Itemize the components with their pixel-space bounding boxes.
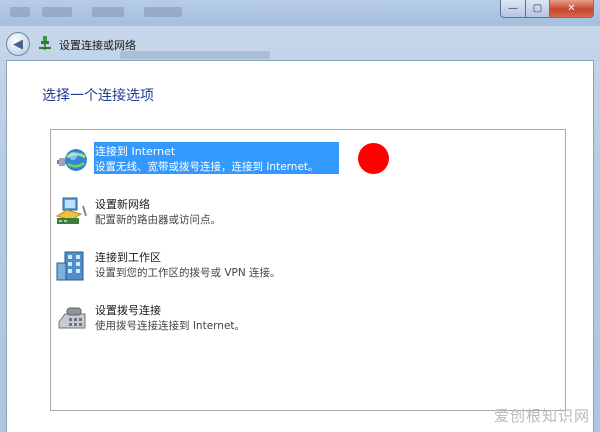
back-arrow-icon: ◀	[13, 36, 23, 52]
blurred-taskbar-text	[144, 7, 182, 17]
option-connect-internet[interactable]: 连接到 Internet 设置无线、宽带或拨号连接，连接到 Internet。	[55, 142, 345, 183]
close-icon: ✕	[567, 3, 576, 14]
router-network-icon	[55, 197, 87, 224]
building-icon	[56, 251, 84, 281]
blurred-taskbar-text	[10, 7, 30, 17]
window-controls: — ▢ ✕	[500, 0, 594, 18]
blurred-taskbar-text	[92, 7, 124, 17]
option-description: 配置新的路由器或访问点。	[95, 214, 221, 226]
option-title: 设置拨号连接	[95, 304, 161, 317]
globe-network-icon	[57, 149, 87, 171]
option-description: 使用拨号连接连接到 Internet。	[95, 320, 246, 332]
window-title: 设置连接或网络	[59, 39, 136, 52]
option-title: 连接到工作区	[95, 251, 161, 264]
dialup-phone-icon	[58, 307, 86, 329]
content-panel: 选择一个连接选项 连接到 Internet 设置无线、宽带或拨号连接，连接到 I…	[6, 60, 594, 432]
option-description: 设置到您的工作区的拨号或 VPN 连接。	[95, 267, 281, 279]
option-title: 连接到 Internet	[95, 145, 176, 158]
option-setup-dialup[interactable]: 设置拨号连接 使用拨号连接连接到 Internet。	[55, 302, 335, 342]
navigation-bar: ◀ 设置连接或网络	[0, 28, 600, 60]
minimize-icon: —	[508, 3, 518, 14]
window-frame: — ▢ ✕ ◀ 设置连接或网络 选择一个连接选项 连接到 Internet 设置…	[0, 0, 600, 432]
watermark-text: 爱创根知识网	[493, 407, 590, 425]
page-heading: 选择一个连接选项	[42, 88, 154, 104]
option-connect-workplace[interactable]: 连接到工作区 设置到您的工作区的拨号或 VPN 连接。	[55, 249, 335, 289]
click-marker-dot	[358, 143, 389, 174]
maximize-button[interactable]: ▢	[526, 0, 550, 18]
title-bar: — ▢ ✕	[0, 0, 600, 26]
maximize-icon: ▢	[532, 3, 543, 14]
blurred-taskbar-text	[42, 7, 72, 17]
connection-options-list: 连接到 Internet 设置无线、宽带或拨号连接，连接到 Internet。 …	[50, 129, 566, 411]
option-description: 设置无线、宽带或拨号连接，连接到 Internet。	[95, 161, 319, 173]
close-button[interactable]: ✕	[550, 0, 594, 18]
network-wizard-icon	[39, 36, 51, 50]
option-setup-new-network[interactable]: 设置新网络 配置新的路由器或访问点。	[55, 196, 335, 236]
option-title: 设置新网络	[95, 198, 150, 211]
minimize-button[interactable]: —	[500, 0, 526, 18]
back-button[interactable]: ◀	[6, 32, 30, 56]
